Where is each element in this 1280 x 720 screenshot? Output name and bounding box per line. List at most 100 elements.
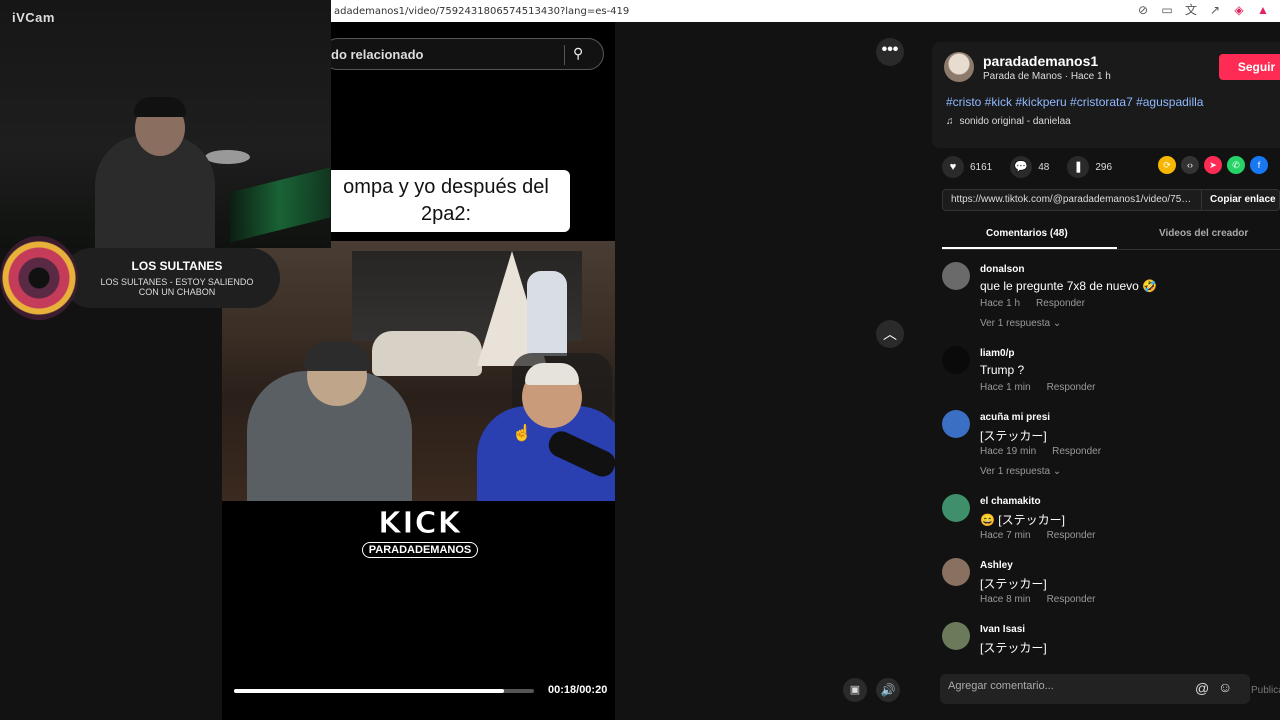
webcam-person-hair bbox=[134, 97, 186, 117]
video-person-left-cap bbox=[304, 341, 370, 371]
comment-time: Hace 1 h bbox=[980, 298, 1021, 309]
no-tracking-icon[interactable]: ⊘ bbox=[1136, 3, 1150, 17]
album-art-disc bbox=[0, 236, 78, 320]
creator-username[interactable]: paradademanos1 bbox=[983, 53, 1098, 69]
url-text[interactable]: adademanos1/video/7592431806574513430?la… bbox=[334, 6, 629, 17]
comment-time: Hace 7 min bbox=[980, 530, 1031, 541]
share-link[interactable]: https://www.tiktok.com/@paradademanos1/v… bbox=[951, 194, 1196, 205]
comment-avatar[interactable] bbox=[942, 410, 970, 438]
comment-meta: Hace 8 min Responder bbox=[980, 594, 1096, 605]
comment-stat[interactable]: 💬 48 bbox=[1010, 156, 1049, 178]
hand-cursor-icon: ☝ bbox=[512, 425, 532, 442]
comment-meta: Hace 1 min Responder bbox=[980, 382, 1096, 393]
search-icon[interactable]: ⚲ bbox=[573, 45, 593, 65]
bookmark-icon[interactable]: ❚ bbox=[1067, 156, 1090, 178]
active-tab-indicator bbox=[942, 247, 1117, 249]
save-stat[interactable]: ❚ 296 bbox=[1067, 156, 1112, 178]
comment-avatar[interactable] bbox=[942, 622, 970, 650]
share-icon[interactable]: ↗ bbox=[1208, 3, 1222, 17]
comment-icon[interactable]: 💬 bbox=[1010, 156, 1033, 178]
hashtags[interactable]: #cristo #kick #kickperu #cristorata7 #ag… bbox=[946, 95, 1203, 109]
alert-extension-icon[interactable]: ▲ bbox=[1256, 3, 1270, 17]
tab-creator-videos[interactable]: Videos del creador bbox=[1159, 228, 1248, 239]
comment-meta: Hace 1 h Responder bbox=[980, 298, 1085, 309]
extension-icon[interactable]: ◈ bbox=[1232, 3, 1246, 17]
follow-button[interactable]: Seguir bbox=[1219, 54, 1280, 80]
comment-author[interactable]: Ivan Isasi bbox=[980, 624, 1025, 635]
details-panel: paradademanos1 Parada de Manos · Hace 1 … bbox=[918, 22, 1280, 720]
comment-time: Hace 19 min bbox=[980, 446, 1037, 457]
previous-video-button[interactable]: ︿ bbox=[876, 320, 904, 348]
video-progress-fill bbox=[234, 689, 504, 693]
reply-button[interactable]: Responder bbox=[1047, 594, 1096, 605]
kick-watermark: KICK PARADADEMANOS bbox=[360, 506, 480, 558]
creator-card: paradademanos1 Parada de Manos · Hace 1 … bbox=[932, 42, 1280, 148]
post-button[interactable]: Publicar bbox=[1251, 685, 1280, 696]
comment-text: Trump ? bbox=[980, 363, 1025, 377]
search-divider bbox=[564, 45, 565, 65]
reply-button[interactable]: Responder bbox=[1047, 382, 1096, 393]
browser-toolbar-icons: ⊘ ▭ 文 ↗ ◈ ▲ bbox=[1136, 3, 1270, 17]
browser-address-bar[interactable]: adademanos1/video/7592431806574513430?la… bbox=[330, 0, 1280, 22]
embed-icon[interactable]: ‹› bbox=[1181, 156, 1199, 174]
cast-icon[interactable]: ▭ bbox=[1160, 3, 1174, 17]
kick-logo: KICK bbox=[378, 506, 462, 541]
webcam-brand: iVCam bbox=[12, 10, 55, 25]
panel-tabs: Comentarios (48) Videos del creador bbox=[942, 222, 1280, 250]
reply-button[interactable]: Responder bbox=[1052, 446, 1101, 457]
comment-text: [ステッカー] bbox=[980, 577, 1047, 591]
send-icon[interactable]: ➤ bbox=[1204, 156, 1222, 174]
comment-avatar[interactable] bbox=[942, 262, 970, 290]
comment-author[interactable]: acuña mi presi bbox=[980, 412, 1050, 423]
video-standing-person bbox=[527, 271, 567, 356]
view-replies-button[interactable]: Ver 1 respuesta ⌄ bbox=[980, 318, 1061, 329]
related-search-box[interactable]: do relacionado ⚲ bbox=[322, 38, 604, 70]
comment-author[interactable]: Ashley bbox=[980, 560, 1013, 571]
music-note-icon: ♫ bbox=[946, 116, 954, 127]
facebook-icon[interactable]: f bbox=[1250, 156, 1268, 174]
whatsapp-icon[interactable]: ✆ bbox=[1227, 156, 1245, 174]
heart-icon[interactable]: ♥ bbox=[942, 156, 964, 178]
creator-meta: Parada de Manos · Hace 1 h bbox=[983, 71, 1111, 82]
comment-text: que le pregunte 7x8 de nuevo 🤣 bbox=[980, 279, 1158, 293]
comment-list[interactable]: donalson que le pregunte 7x8 de nuevo 🤣 Ha… bbox=[942, 262, 1280, 656]
picture-in-picture-button[interactable]: ▣ bbox=[843, 678, 867, 702]
comment-author[interactable]: liam0/p bbox=[980, 348, 1014, 359]
engagement-stats: ♥ 6161 💬 48 ❚ 296 bbox=[942, 156, 1120, 178]
comment-input[interactable] bbox=[948, 680, 1188, 692]
copy-link-button[interactable]: Copiar enlace bbox=[1201, 190, 1276, 210]
search-text: do relacionado bbox=[331, 46, 424, 62]
caption-line-2: 2pa2: bbox=[420, 203, 472, 225]
repost-icon[interactable]: ⟳ bbox=[1158, 156, 1176, 174]
comment-author[interactable]: donalson bbox=[980, 264, 1024, 275]
like-stat[interactable]: ♥ 6161 bbox=[942, 156, 992, 178]
translate-icon[interactable]: 文 bbox=[1184, 3, 1198, 17]
comment-meta: Hace 7 min Responder bbox=[980, 530, 1096, 541]
comment-meta: Hace 19 min Responder bbox=[980, 446, 1101, 457]
mention-icon[interactable]: @ bbox=[1195, 680, 1209, 696]
video-frame[interactable]: ☝ bbox=[222, 241, 615, 501]
reply-button[interactable]: Responder bbox=[1036, 298, 1085, 309]
comment-text: [ステッカー] bbox=[980, 641, 1047, 655]
volume-button[interactable]: 🔊 bbox=[876, 678, 900, 702]
tab-comments[interactable]: Comentarios (48) bbox=[986, 228, 1068, 239]
view-replies-button[interactable]: Ver 1 respuesta ⌄ bbox=[980, 466, 1061, 477]
webcam-drum bbox=[205, 150, 250, 164]
kick-channel-label: PARADADEMANOS bbox=[361, 542, 479, 558]
more-options-button[interactable]: ••• bbox=[876, 38, 904, 66]
sound-row[interactable]: ♫ sonido original - danielaa bbox=[946, 116, 1071, 127]
comment-count: 48 bbox=[1038, 161, 1050, 173]
comment-avatar[interactable] bbox=[942, 346, 970, 374]
video-caption-overlay: ompa y yo después del 2pa2: bbox=[322, 170, 570, 232]
comment-avatar[interactable] bbox=[942, 558, 970, 586]
save-count: 296 bbox=[1095, 161, 1113, 173]
emoji-icon[interactable]: ☺ bbox=[1218, 679, 1232, 695]
video-progress-bar[interactable] bbox=[234, 689, 534, 693]
comment-author[interactable]: el chamakito bbox=[980, 496, 1041, 507]
creator-avatar[interactable] bbox=[944, 52, 974, 82]
screen: adademanos1/video/7592431806574513430?la… bbox=[0, 0, 1280, 720]
reply-button[interactable]: Responder bbox=[1047, 530, 1096, 541]
comment-avatar[interactable] bbox=[942, 494, 970, 522]
caption-line-1: ompa y yo después del bbox=[343, 176, 549, 198]
now-playing-subtitle: LOS SULTANES - ESTOY SALIENDO CON UN CHA… bbox=[100, 277, 254, 297]
